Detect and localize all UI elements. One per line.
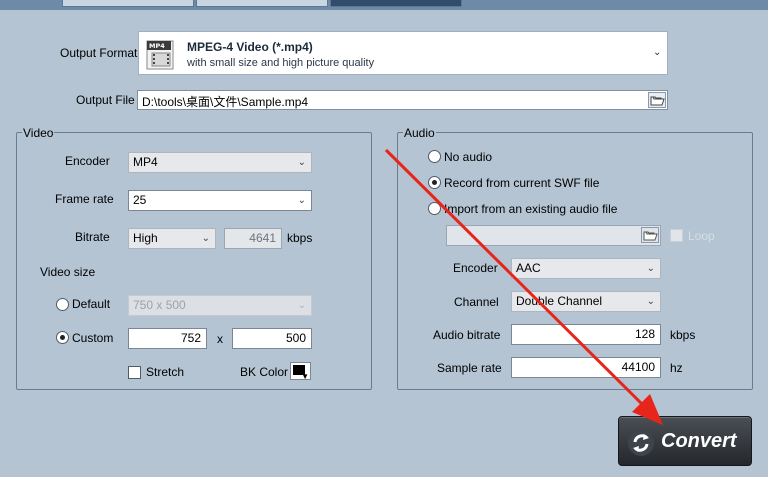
video-encoder-select[interactable]: MP4 ⌄: [128, 152, 312, 173]
channel-select[interactable]: Double Channel ⌄: [511, 291, 661, 312]
mp4-file-icon: MP4: [146, 40, 174, 70]
tab-1[interactable]: [62, 0, 194, 7]
output-file-input[interactable]: D:\tools\桌面\文件\Sample.mp4: [137, 90, 668, 110]
top-tab-strip: [0, 0, 768, 10]
frame-rate-value: 25: [133, 193, 147, 207]
format-description: with small size and high picture quality: [187, 57, 375, 69]
sample-rate-input[interactable]: 44100: [511, 357, 661, 378]
video-bitrate-value: High: [133, 231, 158, 245]
refresh-icon: [628, 430, 654, 456]
convert-button[interactable]: Convert: [618, 416, 752, 466]
video-encoder-label: Encoder: [65, 154, 110, 168]
sample-rate-label: Sample rate: [437, 361, 502, 375]
bk-color-label: BK Color: [240, 365, 289, 379]
output-format-label: Output Format: [60, 46, 138, 60]
no-audio-label: No audio: [444, 150, 493, 164]
audio-encoder-label: Encoder: [453, 261, 498, 275]
custom-height-input[interactable]: 500: [232, 328, 312, 349]
video-bitrate-select[interactable]: High ⌄: [128, 228, 216, 249]
loop-label: Loop: [688, 229, 715, 243]
audio-bitrate-unit: kbps: [670, 328, 696, 342]
chevron-down-icon: ⌄: [646, 263, 655, 274]
default-size-radio[interactable]: [56, 298, 69, 311]
chevron-down-icon: ⌄: [653, 47, 662, 58]
bk-color-picker[interactable]: ▼: [290, 362, 311, 381]
record-swf-label: Record from current SWF file: [444, 176, 600, 190]
video-encoder-value: MP4: [133, 155, 158, 169]
sample-rate-unit: hz: [670, 361, 683, 375]
output-file-value: D:\tools\桌面\文件\Sample.mp4: [142, 95, 309, 109]
record-swf-radio[interactable]: [428, 176, 441, 189]
video-bitrate-label: Bitrate: [75, 230, 110, 244]
mp4-icon-text: MP4: [149, 42, 165, 50]
custom-width-input[interactable]: 752: [128, 328, 207, 349]
dropdown-triangle-icon: ▼: [301, 372, 309, 381]
output-file-label: Output File: [76, 93, 135, 107]
import-audio-label: Import from an existing audio file: [444, 202, 618, 216]
custom-size-label: Custom: [72, 331, 114, 345]
default-size-value: 750 x 500: [133, 298, 186, 312]
frame-rate-select[interactable]: 25 ⌄: [128, 190, 312, 211]
loop-checkbox[interactable]: [670, 229, 683, 242]
channel-label: Channel: [454, 295, 499, 309]
no-audio-radio[interactable]: [428, 150, 441, 163]
video-group-title: Video: [22, 126, 55, 140]
audio-file-input[interactable]: [446, 225, 661, 246]
channel-value: Double Channel: [516, 294, 603, 308]
video-bitrate-number[interactable]: 4641: [224, 228, 282, 249]
video-size-label: Video size: [40, 265, 96, 279]
chevron-down-icon: ⌄: [201, 233, 210, 244]
output-format-dropdown[interactable]: MP4 MPEG-4 Video (*.mp4) with small size…: [138, 31, 668, 75]
chevron-down-icon: ⌄: [297, 195, 306, 206]
audio-encoder-select[interactable]: AAC ⌄: [511, 258, 661, 279]
audio-encoder-value: AAC: [516, 261, 541, 275]
chevron-down-icon: ⌄: [297, 157, 306, 168]
browse-output-button[interactable]: [648, 92, 666, 108]
chevron-down-icon: ⌄: [646, 296, 655, 307]
default-size-label: Default: [72, 297, 111, 311]
folder-icon: [643, 231, 658, 241]
tab-3-active[interactable]: [330, 0, 462, 7]
browse-audio-button[interactable]: [641, 227, 659, 243]
import-audio-radio[interactable]: [428, 202, 441, 215]
convert-label: Convert: [661, 430, 737, 452]
stretch-checkbox[interactable]: [128, 366, 141, 379]
size-separator: x: [217, 332, 223, 346]
frame-rate-label: Frame rate: [55, 192, 114, 206]
folder-icon: [650, 96, 665, 106]
default-size-select[interactable]: 750 x 500 ⌄: [128, 295, 312, 316]
audio-bitrate-label: Audio bitrate: [433, 328, 501, 342]
chevron-down-icon: ⌄: [297, 300, 306, 311]
video-bitrate-unit: kbps: [287, 231, 313, 245]
tab-2[interactable]: [196, 0, 328, 7]
custom-size-radio[interactable]: [56, 331, 69, 344]
stretch-label: Stretch: [146, 365, 185, 379]
audio-bitrate-input[interactable]: 128: [511, 324, 661, 345]
audio-group-title: Audio: [403, 126, 436, 140]
format-title: MPEG-4 Video (*.mp4): [187, 40, 313, 54]
